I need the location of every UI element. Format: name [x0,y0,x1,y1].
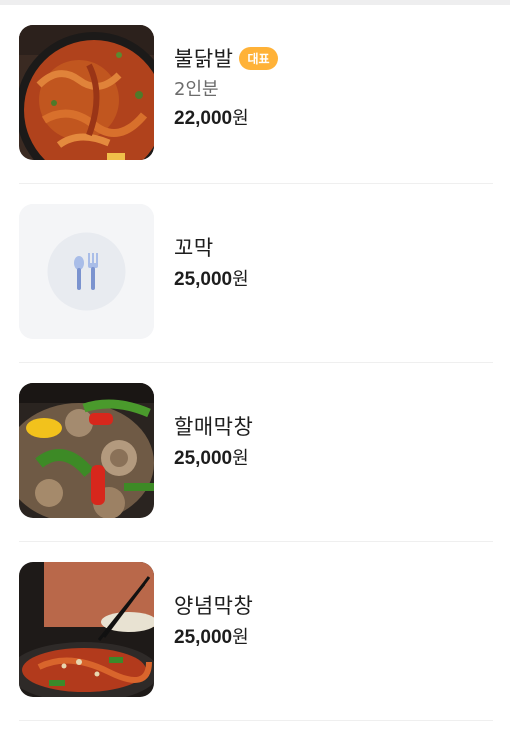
menu-item-price: 25,000원 [174,265,249,291]
menu-item-photo [19,383,154,518]
makchang-photo [19,383,154,518]
menu-item-photo [19,25,154,160]
menu-item-photo-placeholder [19,204,154,339]
menu-item-price: 25,000원 [174,623,253,649]
menu-item[interactable]: 불닭발 대표 2인분 22,000원 [0,5,510,184]
item-divider [19,720,493,721]
price-currency: 원 [232,269,249,290]
menu-item[interactable]: 꼬막 25,000원 [0,184,510,363]
fork-spoon-icon [19,204,154,339]
menu-item-info: 불닭발 대표 2인분 22,000원 [174,43,278,130]
price-currency: 원 [232,108,249,129]
menu-list: 불닭발 대표 2인분 22,000원 꼬막 25,000원 할매막창 25,00… [0,5,510,721]
signature-badge: 대표 [239,46,278,70]
menu-item-name: 꼬막 [174,236,214,260]
price-amount: 25,000 [174,627,233,648]
menu-item-name: 양념막창 [174,594,254,618]
menu-item-info: 할매막창 25,000원 [174,411,253,470]
menu-item-name: 할매막창 [174,415,254,439]
price-currency: 원 [232,448,249,469]
price-amount: 25,000 [174,269,233,290]
menu-item-info: 꼬막 25,000원 [174,232,249,291]
menu-item[interactable]: 양념막창 25,000원 [0,542,510,721]
price-amount: 22,000 [174,108,233,129]
menu-item-info: 양념막창 25,000원 [174,590,253,649]
menu-item-price: 22,000원 [174,104,278,130]
menu-item-photo [19,562,154,697]
menu-item-portion: 2인분 [174,79,219,100]
menu-item-name: 불닭발 [174,47,234,71]
yangnyeom-makchang-photo [19,562,154,697]
price-amount: 25,000 [174,448,233,469]
dakbal-photo [19,25,154,160]
price-currency: 원 [232,627,249,648]
menu-item-price: 25,000원 [174,444,253,470]
menu-item[interactable]: 할매막창 25,000원 [0,363,510,542]
